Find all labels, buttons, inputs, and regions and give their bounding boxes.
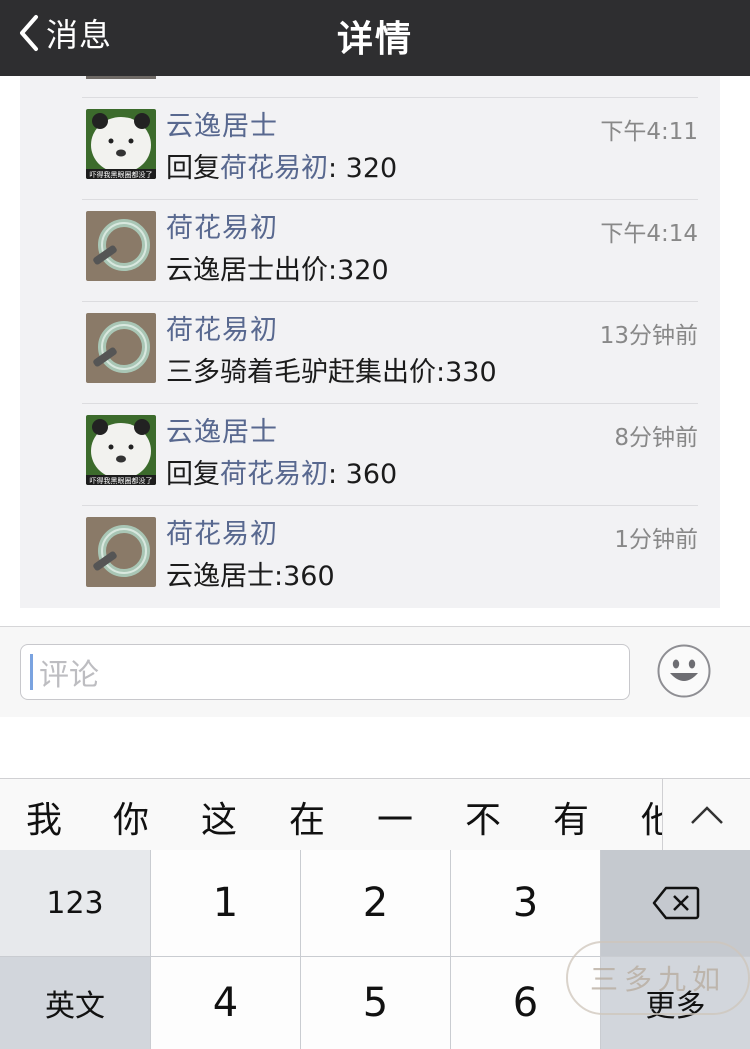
comment-row[interactable]: 荷花易初 1分钟前云逸居士:360 — [82, 505, 698, 608]
ime-candidate-bar: 我 你 这 在 一 不 有 他 — [0, 778, 750, 851]
key-4[interactable]: 4 — [151, 957, 300, 1049]
comment-input-bar: 评论 — [0, 626, 750, 718]
smiley-icon — [657, 644, 711, 698]
comment-time: 下午4:14 — [600, 221, 698, 247]
comment-text-prefix: 三多骑着毛驴赶集出价:330 — [166, 357, 497, 388]
panda-avatar[interactable]: 吓得我黑眼圈都没了 — [86, 109, 156, 179]
comment-time: 1分钟前 — [614, 527, 698, 553]
comment-row[interactable]: 荷花易初 下午4:14 云逸居士出价:320 — [82, 199, 698, 302]
panda-caption: 吓得我黑眼圈都没了 — [90, 170, 153, 179]
comment-author-link[interactable]: 荷花易初 — [166, 308, 278, 347]
comment-text: 回复荷花易初: 360 — [166, 452, 397, 491]
key-6[interactable]: 6 — [451, 957, 600, 1049]
comment-placeholder: 评论 — [39, 658, 99, 693]
comment-time: 8分钟前 — [614, 425, 698, 451]
comment-text-prefix: 回复 — [166, 459, 220, 490]
keyboard-spacer — [0, 717, 750, 778]
panda-caption: 吓得我黑眼圈都没了 — [90, 476, 153, 485]
comment-text: 三多骑着毛驴赶集出价:330 — [166, 350, 497, 389]
jade-bangle-avatar[interactable] — [86, 211, 156, 281]
expand-candidates-button[interactable] — [662, 779, 750, 851]
candidate-7[interactable]: 有 — [553, 791, 589, 843]
panda-avatar[interactable]: 吓得我黑眼圈都没了 — [86, 415, 156, 485]
comment-row[interactable]: 荷花易初 13分钟前三多骑着毛驴赶集出价:330 — [82, 301, 698, 404]
candidate-6[interactable]: 不 — [465, 791, 501, 843]
emoji-button[interactable] — [657, 644, 711, 698]
comment-text-prefix: 云逸居士出价:320 — [166, 255, 389, 286]
comment-text: 云逸居士出价:320 — [166, 248, 389, 287]
candidate-1[interactable]: 我 — [26, 791, 62, 843]
key-2[interactable]: 2 — [301, 850, 450, 956]
comment-row[interactable]: 吓得我黑眼圈都没了 云逸居士 8分钟前回复荷花易初: 360 — [82, 403, 698, 506]
keyboard: 123 1 2 3 英文 4 5 6 更多 — [0, 850, 750, 1049]
key-3[interactable]: 3 — [451, 850, 600, 956]
jade-bangle-avatar[interactable] — [86, 517, 156, 587]
candidate-2[interactable]: 你 — [113, 791, 149, 843]
comment-text: 回复荷花易初: 320 — [166, 146, 397, 185]
comment-list: 吓得我黑眼圈都没了 云逸居士 下午4:11 回复荷花易初: 320 荷花易初 下午4:14… — [20, 76, 720, 608]
candidate-3[interactable]: 这 — [201, 791, 237, 843]
comment-text-prefix: 回复 — [166, 153, 220, 184]
comment-author-link[interactable]: 云逸居士 — [166, 410, 278, 449]
key-123[interactable]: 123 — [0, 850, 150, 956]
comment-input[interactable]: 评论 — [20, 644, 630, 700]
comment-row[interactable]: 吓得我黑眼圈都没了 云逸居士 下午4:11 回复荷花易初: 320 — [82, 97, 698, 200]
chevron-up-icon — [691, 806, 723, 824]
comment-text: 云逸居士:360 — [166, 554, 335, 593]
comment-author-link[interactable]: 云逸居士 — [166, 104, 278, 143]
page-title: 详情 — [336, 19, 413, 60]
comment-text-suffix: : 320 — [328, 153, 398, 184]
candidate-4[interactable]: 在 — [289, 791, 325, 843]
key-1[interactable]: 1 — [151, 850, 300, 956]
candidate-5[interactable]: 一 — [377, 791, 413, 843]
comment-time: 下午4:11 — [600, 119, 698, 145]
key-english[interactable]: 英文 — [0, 957, 150, 1049]
key-5[interactable]: 5 — [301, 957, 450, 1049]
reply-mention-link[interactable]: 荷花易初 — [220, 153, 328, 184]
nav-bar: 消息 详情 — [0, 0, 750, 76]
comment-time: 13分钟前 — [599, 323, 698, 349]
key-more[interactable]: 更多 — [601, 957, 750, 1049]
delete-key[interactable] — [601, 850, 750, 956]
comment-text-prefix: 云逸居士:360 — [166, 561, 335, 592]
comment-text-suffix: : 360 — [328, 459, 398, 490]
jade-bangle-avatar[interactable] — [86, 313, 156, 383]
backspace-icon — [652, 886, 699, 920]
comment-author-link[interactable]: 荷花易初 — [166, 206, 278, 245]
comment-author-link[interactable]: 荷花易初 — [166, 512, 278, 551]
previous-avatar-edge — [86, 76, 156, 79]
text-caret — [30, 654, 33, 690]
reply-mention-link[interactable]: 荷花易初 — [220, 459, 328, 490]
